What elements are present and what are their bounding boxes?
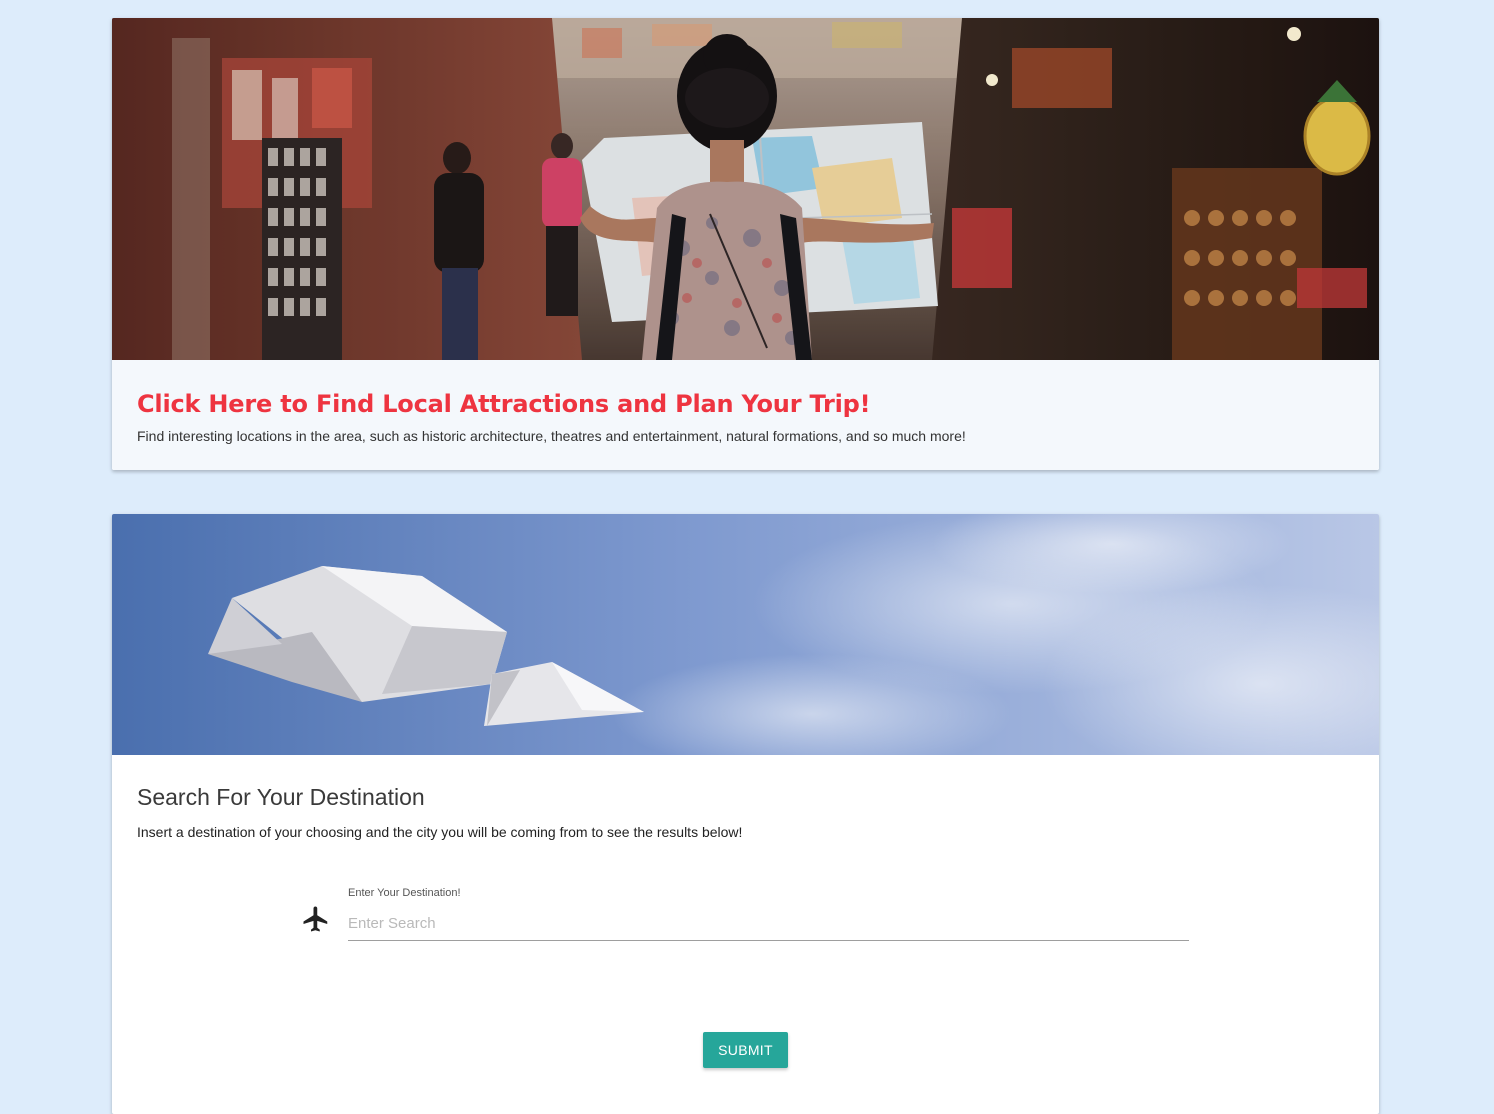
search-card: Search For Your Destination Insert a des… <box>112 514 1379 1114</box>
traveler-map-image <box>112 18 1379 360</box>
search-description: Insert a destination of your choosing an… <box>137 824 743 840</box>
paper-airplane-image <box>112 514 1379 755</box>
search-title: Search For Your Destination <box>137 784 425 810</box>
destination-field-label: Enter Your Destination! <box>348 887 461 899</box>
attractions-card-body: Click Here to Find Local Attractions and… <box>112 360 1379 470</box>
destination-search-input[interactable] <box>348 907 1189 941</box>
submit-button[interactable]: SUBMIT <box>703 1032 788 1068</box>
airplane-icon <box>303 906 328 932</box>
attractions-description: Find interesting locations in the area, … <box>137 428 966 444</box>
attractions-card[interactable]: Click Here to Find Local Attractions and… <box>112 18 1379 470</box>
attractions-link-title[interactable]: Click Here to Find Local Attractions and… <box>137 390 871 418</box>
